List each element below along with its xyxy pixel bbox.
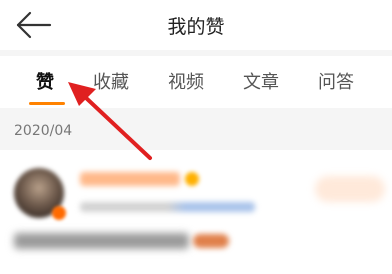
annotation-arrow-icon [68, 82, 152, 160]
